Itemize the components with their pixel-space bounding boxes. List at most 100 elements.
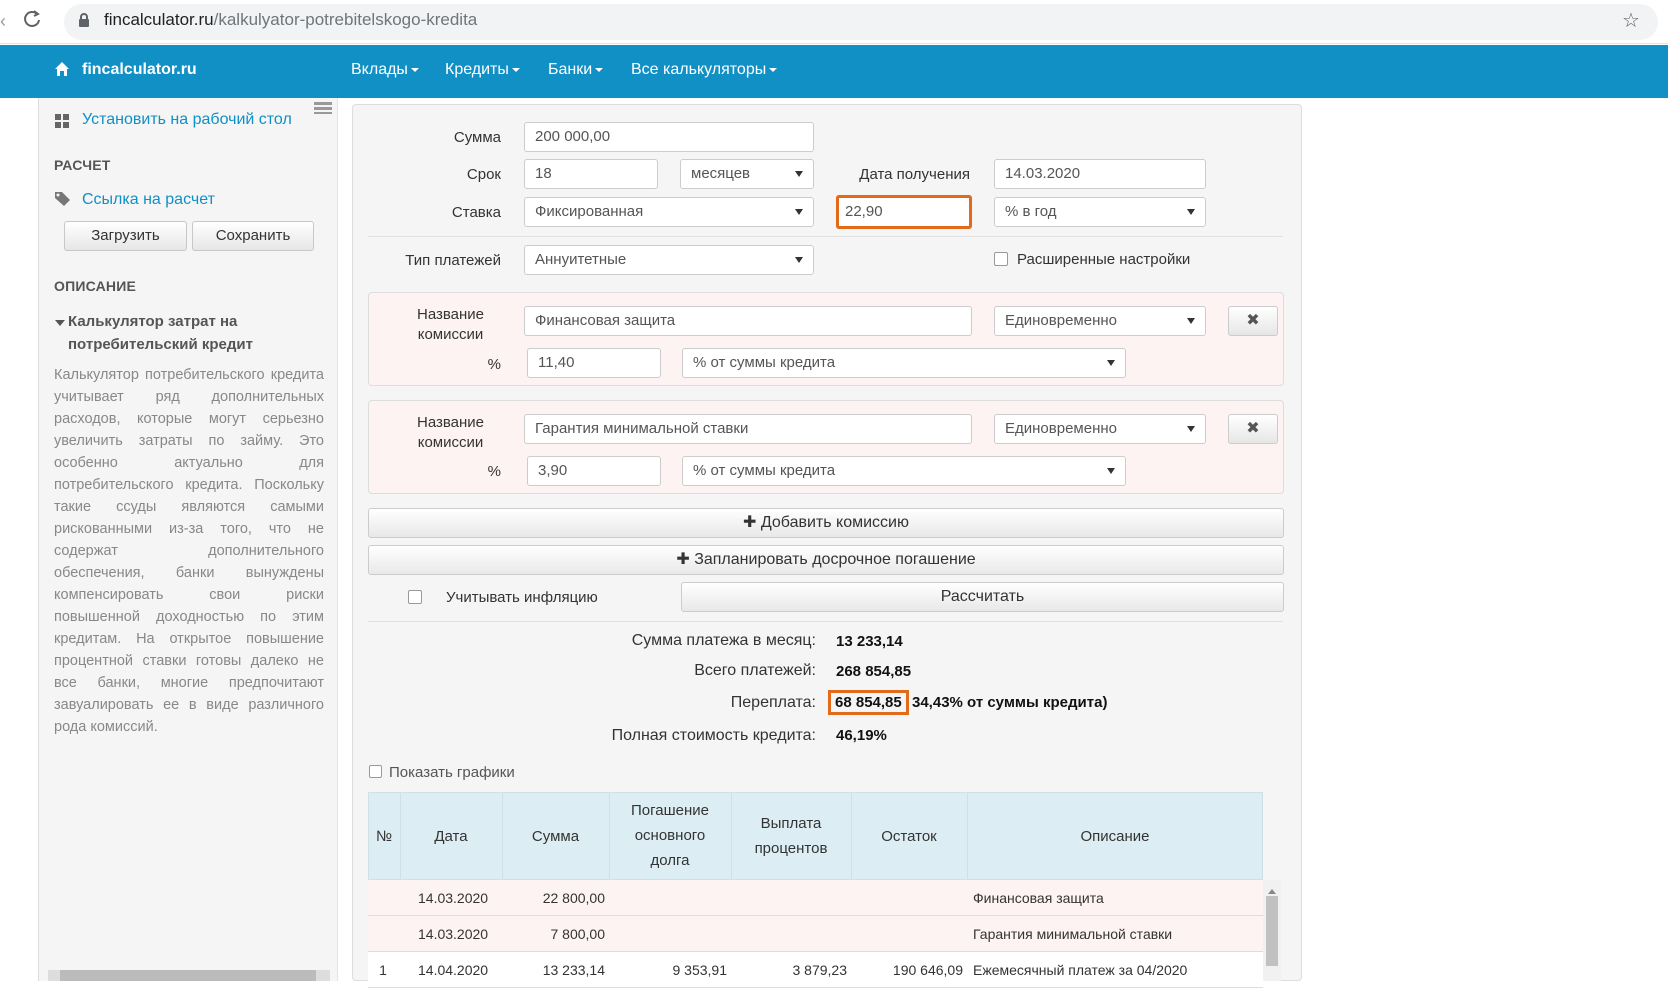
term-input[interactable]: 18 [524,159,658,189]
url-path: /kalkulyator-potrebitelskogo-kredita [213,10,478,29]
url-text[interactable]: fincalculator.ru/kalkulyator-potrebitels… [104,10,477,30]
navbar [0,45,1668,98]
commission-frequency-value: Единовременно [1005,312,1117,329]
cell-date: 14.03.2020 [418,926,489,942]
advanced-checkbox[interactable] [994,252,1008,266]
select-arrow-icon [795,257,803,263]
remove-commission-button[interactable]: ✖ [1228,306,1278,336]
calculate-button[interactable]: Рассчитать [681,582,1284,612]
select-arrow-icon [1187,318,1195,324]
full-cost-value: 46,19% [836,727,887,744]
add-commission-button[interactable]: ✚ Добавить комиссию [368,508,1284,538]
calc-link[interactable]: Ссылка на расчет [82,191,215,209]
show-charts-label[interactable]: Показать графики [389,764,515,781]
divider [368,621,1283,622]
save-button[interactable]: Сохранить [192,221,314,251]
nav-banks[interactable]: Банки [548,61,604,79]
rate-type-value: Фиксированная [535,203,644,220]
back-icon[interactable]: ‹ [0,9,8,33]
commission-percent-input[interactable]: 3,90 [527,456,661,486]
overpayment-note: 34,43% от суммы кредита) [912,694,1108,711]
inflation-label[interactable]: Учитывать инфляцию [446,589,598,606]
term-unit-select[interactable]: месяцев [680,159,814,189]
nav-deposits-label: Вклады [351,61,408,78]
cell-sum: 22 800,00 [542,890,605,906]
term-unit-value: месяцев [691,165,751,182]
nav-credits[interactable]: Кредиты [445,61,520,79]
install-desktop-link[interactable]: Установить на рабочий стол [82,111,292,129]
inflation-checkbox[interactable] [408,590,422,604]
show-charts-checkbox[interactable] [369,765,382,778]
select-arrow-icon [1107,360,1115,366]
commission-name-input[interactable]: Финансовая защита [524,306,972,336]
lock-icon [78,12,90,30]
cell-sum: 13 233,14 [542,962,605,978]
home-icon[interactable] [54,61,72,79]
rate-type-select[interactable]: Фиксированная [524,197,814,227]
commission-percent-label: % [487,356,501,373]
brand-link[interactable]: fincalculator.ru [82,61,197,79]
rate-input[interactable]: 22,90 [836,195,972,229]
cell-sum: 7 800,00 [550,926,606,942]
commission-frequency-select[interactable]: Единовременно [994,414,1206,444]
nav-deposits[interactable]: Вклады [351,61,419,79]
cell-number: 1 [379,962,387,978]
nav-all-calculators[interactable]: Все калькуляторы [631,61,778,79]
commission-frequency-select[interactable]: Единовременно [994,306,1206,336]
commission-frequency-value: Единовременно [1005,420,1117,437]
caret-down-icon [769,67,778,72]
close-icon: ✖ [1246,420,1260,437]
select-arrow-icon [1187,426,1195,432]
monthly-payment-value: 13 233,14 [836,633,903,650]
scroll-up-icon[interactable] [1267,883,1277,894]
payment-type-select[interactable]: Аннуитетные [524,245,814,275]
rate-unit-value: % в год [1005,203,1057,220]
commission-base-value: % от суммы кредита [693,354,836,371]
total-payments-label: Всего платежей: [694,662,816,679]
advanced-label[interactable]: Расширенные настройки [1017,251,1190,268]
commission-name-input[interactable]: Гарантия минимальной ставки [524,414,972,444]
commission-base-select[interactable]: % от суммы кредита [682,456,1126,486]
rate-label: Ставка [451,204,501,221]
payment-type-label: Тип платежей [405,252,501,269]
caret-down-icon [410,67,419,72]
url-host: fincalculator.ru [104,10,214,29]
cell-description: Гарантия минимальной ставки [973,926,1173,942]
commission-base-select[interactable]: % от суммы кредита [682,348,1126,378]
table-scroll-thumb[interactable] [1266,896,1278,966]
nav-all-calculators-label: Все калькуляторы [631,61,767,78]
overpayment-label: Переплата: [730,694,816,711]
sidebar-scroll-thumb[interactable] [60,970,316,981]
menu-toggle-icon[interactable] [314,101,332,114]
payment-type-value: Аннуитетные [535,251,627,268]
nav-credits-label: Кредиты [445,61,509,78]
cell-interest: 3 879,23 [792,962,848,978]
plus-icon: ✚ [676,551,695,568]
th-principal: Погашение основного долга [631,802,709,869]
reload-icon[interactable] [20,9,44,33]
th-sum: Сумма [531,828,580,845]
commission-name-label: Название комиссии [416,414,485,451]
sum-input[interactable]: 200 000,00 [524,122,814,152]
remove-commission-button[interactable]: ✖ [1228,414,1278,444]
cell-description: Финансовая защита [973,890,1104,906]
desc-title[interactable]: Калькулятор затрат на потребительский кр… [68,310,318,356]
select-arrow-icon [1187,209,1195,215]
load-button[interactable]: Загрузить [64,221,187,251]
th-date: Дата [434,828,468,845]
plus-icon: ✚ [743,514,761,531]
plan-early-label: Запланировать досрочное погашение [694,551,976,568]
rate-unit-select[interactable]: % в год [994,197,1206,227]
sum-label: Сумма [453,129,501,146]
plan-early-repayment-button[interactable]: ✚ Запланировать досрочное погашение [368,545,1284,575]
bookmark-star-icon[interactable]: ☆ [1622,9,1640,33]
grid-icon [55,114,69,128]
date-input[interactable]: 14.03.2020 [994,159,1206,189]
commission-percent-label: % [487,463,501,480]
desc-heading: ОПИСАНИЕ [54,278,136,294]
caret-down-icon[interactable] [55,315,65,326]
nav-banks-label: Банки [548,61,593,78]
commission-percent-input[interactable]: 11,40 [527,348,661,378]
commission-name-label: Название комиссии [416,306,485,343]
th-number: № [375,828,393,845]
